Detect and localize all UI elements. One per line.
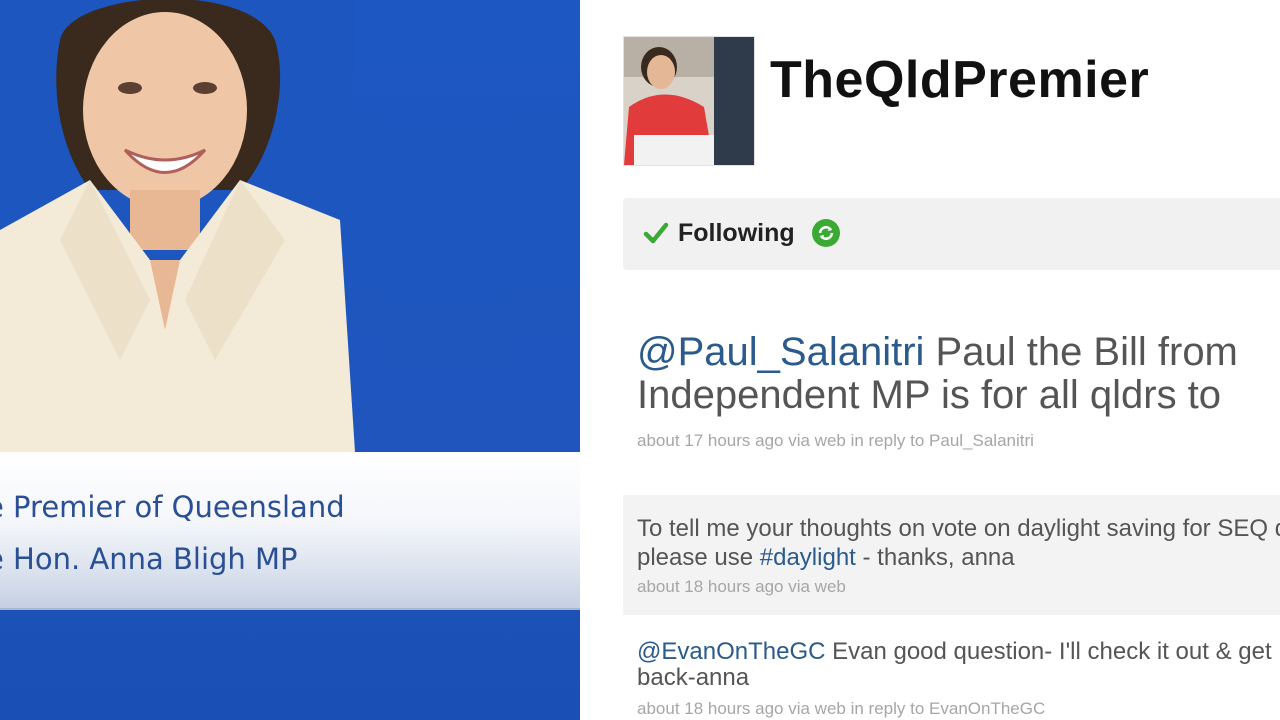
- profile-username: TheQldPremier: [770, 51, 1150, 109]
- tweet-2-text-prefix: please use: [637, 544, 760, 571]
- tweet-1-meta[interactable]: about 17 hours ago via web in reply to P…: [637, 431, 1034, 451]
- tweet-3-line-1: @EvanOnTheGC Evan good question- I'll ch…: [637, 638, 1272, 666]
- tweet-2-line-2: please use #daylight - thanks, anna: [637, 544, 1015, 572]
- caption-name: e Hon. Anna Bligh MP: [0, 542, 298, 576]
- checkmark-icon: [643, 220, 669, 246]
- tweet-3-meta[interactable]: about 18 hours ago via web in reply to E…: [637, 699, 1045, 719]
- tweet-3-mention-link[interactable]: @EvanOnTheGC: [637, 638, 825, 665]
- tweet-1-text: Paul the Bill from: [924, 330, 1238, 374]
- tweet-1-line-2: Independent MP is for all qldrs to: [637, 373, 1222, 417]
- tweet-3-text: Evan good question- I'll check it out & …: [825, 638, 1272, 665]
- follow-status-bar: Following: [623, 198, 1280, 270]
- caption-title: e Premier of Queensland: [0, 490, 345, 524]
- daylight-hashtag-link[interactable]: #daylight: [760, 544, 856, 571]
- twitter-profile: TheQldPremier Following @Paul_Salanitri …: [580, 0, 1280, 720]
- tweet-2-meta[interactable]: about 18 hours ago via web: [637, 577, 846, 597]
- premier-portrait-photo: [0, 0, 355, 452]
- profile-avatar[interactable]: [623, 36, 755, 166]
- premier-banner: e Premier of Queensland e Hon. Anna Blig…: [0, 0, 580, 720]
- following-button[interactable]: Following: [678, 219, 795, 248]
- tweet-3-line-2: back-anna: [637, 664, 750, 691]
- tweet-1-line-1: @Paul_Salanitri Paul the Bill from: [637, 330, 1238, 375]
- caption-band: [0, 452, 580, 610]
- tweet-1-mention-link[interactable]: @Paul_Salanitri: [637, 330, 924, 374]
- tweet-2-line-1: To tell me your thoughts on vote on dayl…: [637, 515, 1280, 542]
- refresh-icon[interactable]: [811, 218, 841, 248]
- tweet-2-text-suffix: - thanks, anna: [855, 544, 1015, 571]
